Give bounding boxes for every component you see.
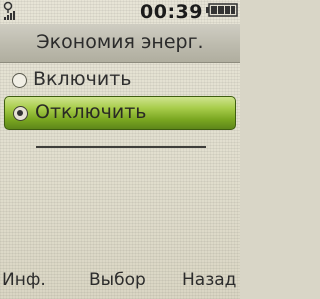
divider (36, 146, 206, 148)
battery-icon (206, 3, 238, 17)
softkey-info[interactable]: Инф. (2, 270, 46, 290)
status-bar: 00:39 (0, 0, 240, 23)
softkey-back[interactable]: Назад (182, 270, 236, 290)
option-enable[interactable]: Включить (0, 64, 240, 98)
option-disable[interactable]: Отключить (4, 96, 236, 130)
radio-unselected-icon[interactable] (12, 73, 27, 88)
clock: 00:39 (140, 1, 203, 23)
title-bar: Экономия энерг. (0, 24, 240, 63)
option-label: Отключить (35, 101, 147, 123)
softkey-select[interactable]: Выбор (89, 270, 146, 290)
phone-screen: 00:39 Экономия энерг. Включить Отключить… (0, 0, 240, 299)
signal-strength-icon (3, 1, 15, 20)
radio-dot (17, 110, 23, 116)
option-label: Включить (33, 68, 132, 90)
radio-selected-icon[interactable] (13, 106, 28, 121)
screen-title: Экономия энерг. (36, 31, 204, 53)
